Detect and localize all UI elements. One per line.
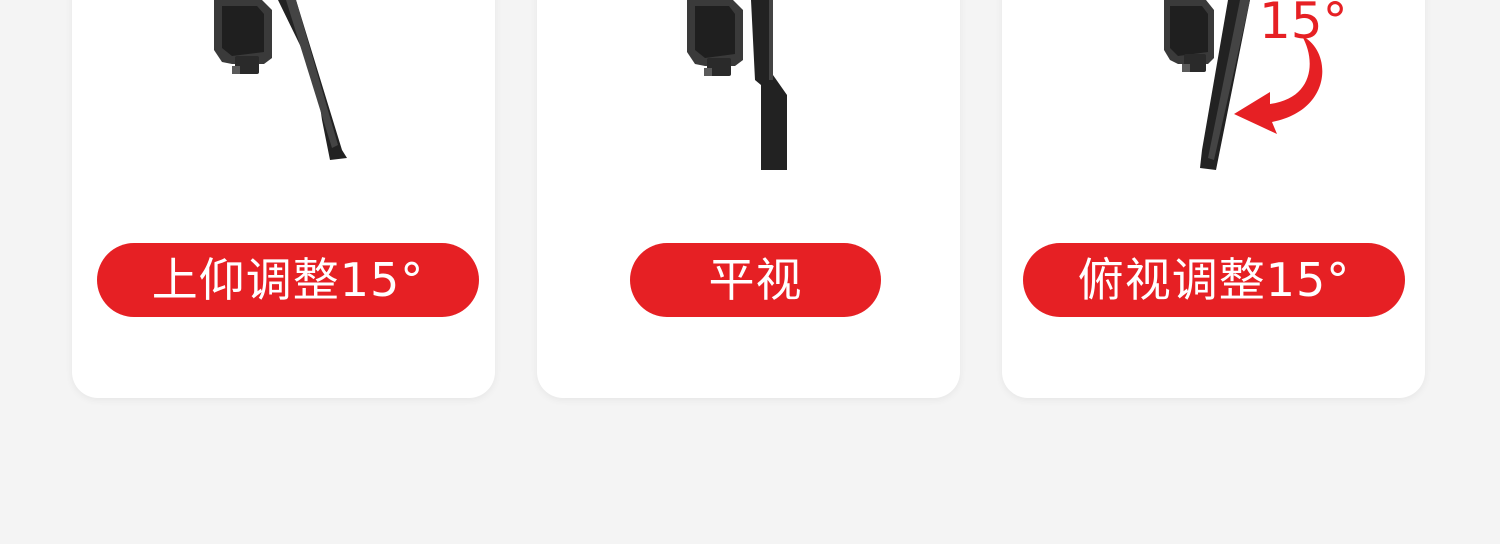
angle-text: 15° — [1259, 0, 1348, 50]
curved-arrow-icon — [1234, 36, 1323, 134]
level-label: 平视 — [630, 243, 881, 317]
tilt-up-label: 上仰调整15° — [97, 243, 479, 317]
phone-mount-arm-icon — [1164, 0, 1323, 170]
level-label-text: 平视 — [708, 253, 803, 307]
adjustment-angles-panel: 上仰调整15° 平视 15° 俯视调整15° — [0, 0, 1500, 544]
phone-mount-arm-icon — [687, 0, 787, 170]
tilt-down-label-text: 俯视调整15° — [1077, 253, 1351, 307]
tilt-up-label-text: 上仰调整15° — [151, 253, 425, 307]
tilt-down-card: 15° 俯视调整15° — [1002, 0, 1425, 398]
phone-mount-arm-icon — [214, 0, 347, 160]
tilt-down-label: 俯视调整15° — [1023, 243, 1405, 317]
tilt-up-card: 上仰调整15° — [72, 0, 495, 398]
level-card: 平视 — [537, 0, 960, 398]
